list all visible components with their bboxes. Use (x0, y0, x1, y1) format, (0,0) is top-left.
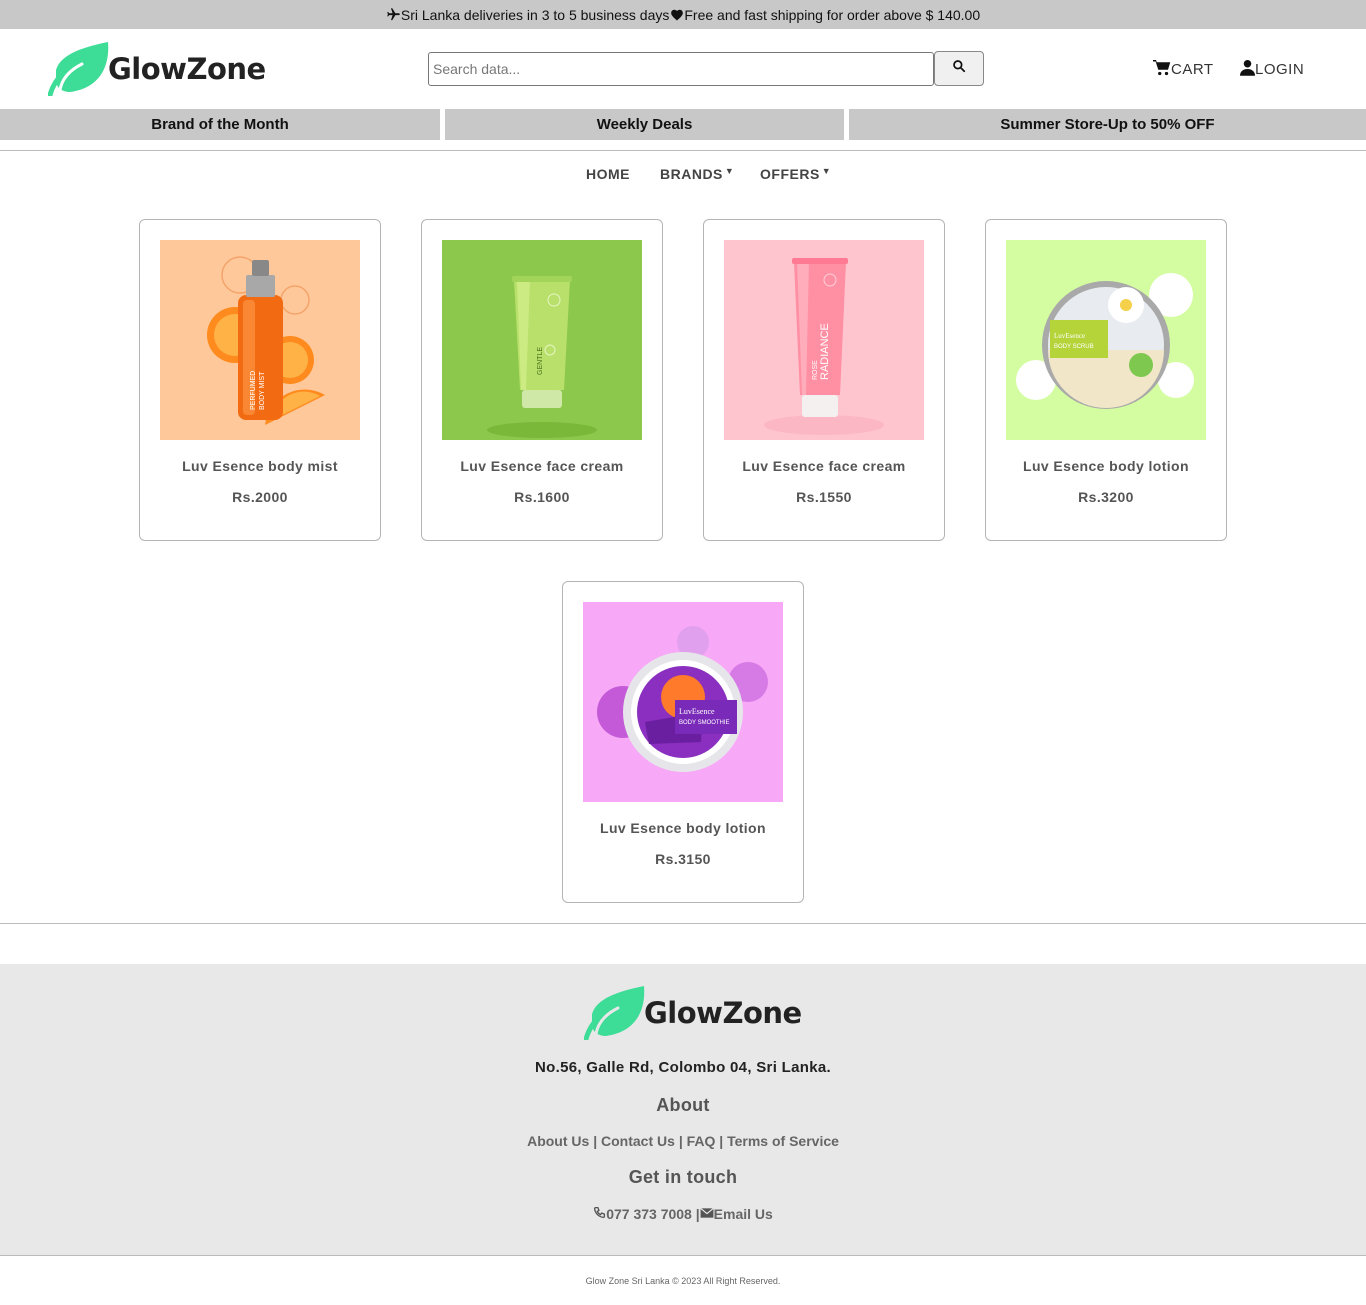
header-divider (0, 150, 1366, 151)
mail-icon (699, 1206, 714, 1222)
mist-label-1: PERFUMED (250, 371, 257, 410)
footer-about-heading: About (656, 1095, 710, 1115)
footer-contact: 077 373 7008 | Email Us (0, 1206, 1366, 1222)
product-name[interactable]: Luv Esence body lotion (563, 820, 803, 836)
product-image-face-cream-gentle[interactable]: GENTLE (442, 240, 642, 440)
copyright-text: Glow Zone Sri Lanka © 2023 All Right Res… (585, 1276, 781, 1286)
footer-touch-heading: Get in touch (628, 1167, 738, 1187)
leaf-logo-icon (47, 42, 110, 98)
caret-down-icon: ▼ (821, 166, 832, 176)
promo-summer-store[interactable]: Summer Store-Up to 50% OFF (849, 109, 1366, 140)
announcement-bar: Sri Lanka deliveries in 3 to 5 business … (0, 0, 1366, 29)
product-card[interactable]: PERFUMED BODY MIST Luv Esence body mist … (139, 219, 381, 541)
gentle-label: GENTLE (537, 347, 544, 375)
footer-link-faq[interactable]: FAQ (687, 1133, 716, 1149)
footer-logo[interactable]: GlowZone (583, 986, 802, 1042)
footer-address: No.56, Galle Rd, Colombo 04, Sri Lanka. (535, 1059, 831, 1076)
nav-home[interactable]: HOME (586, 166, 630, 182)
link-separator: | (719, 1133, 728, 1149)
product-price: Rs.1600 (514, 489, 570, 505)
footer-link-contact[interactable]: Contact Us (601, 1133, 675, 1149)
brand-name: GlowZone (108, 52, 266, 86)
phone-icon (593, 1206, 606, 1222)
heart-icon (669, 7, 684, 22)
product-card[interactable]: ROSE RADIANCE Luv Esence face cream Rs.1… (703, 219, 945, 541)
leaf-logo-icon (583, 986, 646, 1042)
smoothie-label-2: BODY SMOOTHIE (679, 720, 730, 726)
site-header: GlowZone CART LOGIN (0, 29, 1366, 109)
footer-links: About Us | Contact Us | FAQ | Terms of S… (0, 1133, 1366, 1149)
search-button[interactable] (934, 51, 984, 86)
footer-brand-name: GlowZone (644, 996, 802, 1030)
scrub-label-1: LuvEsence (1054, 332, 1085, 340)
product-image-body-smoothie[interactable]: LuvEsence BODY SMOOTHIE (583, 602, 783, 802)
product-name[interactable]: Luv Esence face cream (704, 458, 944, 474)
product-image-face-cream-rose[interactable]: ROSE RADIANCE (724, 240, 924, 440)
product-image-body-mist[interactable]: PERFUMED BODY MIST (160, 240, 360, 440)
scrub-label-2: BODY SCRUB (1054, 344, 1094, 350)
product-card[interactable]: GENTLE Luv Esence face cream Rs.1600 (421, 219, 663, 541)
product-price: Rs.3150 (655, 851, 711, 867)
rose-label-1: ROSE (812, 360, 819, 380)
login-link[interactable]: LOGIN (1240, 59, 1304, 80)
footer-phone[interactable]: 077 373 7008 (606, 1206, 692, 1222)
mist-label-2: BODY MIST (259, 371, 266, 410)
user-icon (1240, 59, 1255, 80)
cart-icon (1153, 59, 1171, 80)
product-card[interactable]: LuvEsence BODY SCRUB Luv Esence body lot… (985, 219, 1227, 541)
nav-offers[interactable]: OFFERS ▼ (760, 166, 831, 182)
caret-down-icon: ▼ (724, 166, 735, 176)
cart-label: CART (1171, 61, 1214, 78)
product-name[interactable]: Luv Esence body mist (140, 458, 380, 474)
announcement-text-shipping: Free and fast shipping for order above $… (684, 6, 981, 23)
nav-brands-label: BRANDS (660, 166, 723, 182)
announcement-text-delivery: Sri Lanka deliveries in 3 to 5 business … (400, 6, 670, 23)
search-icon (952, 59, 966, 78)
content-divider (0, 923, 1366, 924)
product-price: Rs.2000 (232, 489, 288, 505)
product-name[interactable]: Luv Esence body lotion (986, 458, 1226, 474)
footer-link-about[interactable]: About Us (527, 1133, 589, 1149)
product-price: Rs.3200 (1078, 489, 1134, 505)
footer-divider (0, 1255, 1366, 1256)
site-footer: GlowZone No.56, Galle Rd, Colombo 04, Sr… (0, 964, 1366, 1255)
login-label: LOGIN (1255, 61, 1305, 78)
link-separator: | (678, 1133, 687, 1149)
rose-label-2: RADIANCE (819, 323, 831, 380)
nav-brands[interactable]: BRANDS ▼ (660, 166, 734, 182)
nav-home-label: HOME (586, 166, 630, 182)
footer-email[interactable]: Email Us (714, 1206, 773, 1222)
product-image-body-scrub[interactable]: LuvEsence BODY SCRUB (1006, 240, 1206, 440)
footer-link-terms[interactable]: Terms of Service (727, 1133, 839, 1149)
link-separator: | (593, 1133, 602, 1149)
product-card[interactable]: LuvEsence BODY SMOOTHIE Luv Esence body … (562, 581, 804, 903)
product-name[interactable]: Luv Esence face cream (422, 458, 662, 474)
product-price: Rs.1550 (796, 489, 852, 505)
airplane-icon (386, 7, 401, 22)
contact-separator: | (691, 1206, 700, 1222)
cart-link[interactable]: CART (1153, 59, 1214, 80)
smoothie-label-1: LuvEsence (679, 707, 715, 716)
nav-offers-label: OFFERS (760, 166, 820, 182)
search-input[interactable] (428, 52, 934, 86)
site-logo[interactable]: GlowZone (47, 42, 266, 98)
promo-weekly-deals[interactable]: Weekly Deals (445, 109, 844, 140)
promo-brand-of-month[interactable]: Brand of the Month (0, 109, 440, 140)
